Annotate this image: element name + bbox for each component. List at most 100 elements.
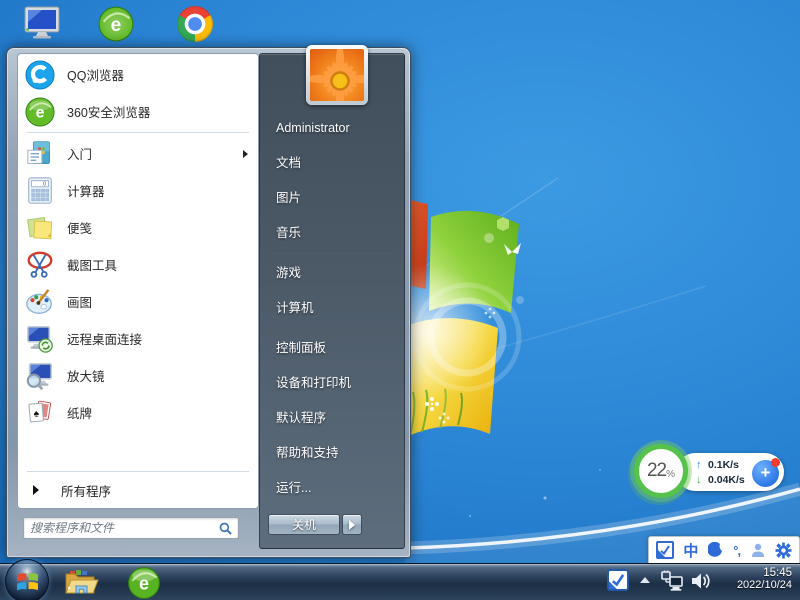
all-programs-label: 所有程序: [61, 481, 111, 500]
shutdown-button[interactable]: 关机: [268, 514, 340, 535]
upload-arrow-icon: ↑: [696, 459, 708, 471]
remote-desktop-icon: [25, 324, 55, 354]
menu-item-label: 360安全浏览器: [67, 102, 150, 121]
menu-item-paint[interactable]: 画图: [18, 283, 258, 320]
menu-item-360-browser[interactable]: e 360安全浏览器: [18, 93, 258, 130]
menu-item-computer[interactable]: 计算机: [260, 291, 404, 326]
user-avatar[interactable]: [306, 45, 368, 105]
qq-browser-icon: [25, 60, 55, 90]
desktop-icon-360-browser[interactable]: e: [98, 6, 134, 42]
menu-item-solitaire[interactable]: ♠ 纸牌: [18, 394, 258, 431]
menu-item-label: 远程桌面连接: [67, 329, 142, 348]
menu-item-label: 纸牌: [67, 403, 92, 422]
ime-settings-gear-icon[interactable]: [775, 539, 792, 561]
spacer: [18, 431, 258, 469]
menu-item-games[interactable]: 游戏: [260, 256, 404, 291]
svg-text:e: e: [111, 15, 122, 36]
ime-logo-icon[interactable]: [656, 541, 674, 559]
search-box: [23, 517, 239, 539]
solitaire-icon: ♠: [25, 398, 55, 428]
clock-time: 15:45: [700, 567, 792, 579]
shutdown-arrow-icon: [349, 520, 355, 530]
ime-toolbar: 中 °,: [648, 536, 800, 563]
menu-item-qq-browser[interactable]: QQ浏览器: [18, 56, 258, 93]
all-programs-arrow-icon: [33, 485, 39, 495]
separator: [270, 328, 394, 329]
menu-item-control-panel[interactable]: 控制面板: [260, 331, 404, 366]
search-input[interactable]: [24, 519, 219, 537]
windows-flag-icon: [16, 571, 39, 592]
start-menu: QQ浏览器 e 360安全浏览器: [6, 47, 411, 558]
shutdown-label: 关机: [292, 516, 316, 533]
right-panel-list: Administrator 文档 图片 音乐 游戏 计算机 控制面板 设备和打印…: [260, 111, 404, 506]
360-browser-icon: e: [127, 566, 161, 600]
menu-item-calculator[interactable]: 0 计算器: [18, 172, 258, 209]
menu-item-label: 入门: [67, 144, 92, 163]
menu-item-label: 画图: [67, 292, 92, 311]
menu-item-label: 便笺: [67, 218, 92, 237]
all-programs-button[interactable]: 所有程序: [18, 474, 258, 506]
menu-item-label: 放大镜: [67, 366, 105, 385]
start-button[interactable]: [5, 559, 49, 600]
getting-started-icon: [25, 139, 55, 169]
user-name[interactable]: Administrator: [260, 111, 404, 146]
tray-network-button[interactable]: [660, 570, 684, 592]
search-icon[interactable]: [219, 522, 232, 535]
snipping-tool-icon: [25, 250, 55, 280]
menu-item-run[interactable]: 运行...: [260, 471, 404, 506]
menu-item-pictures[interactable]: 图片: [260, 181, 404, 216]
menu-item-magnifier[interactable]: 放大镜: [18, 357, 258, 394]
ime-skin-user-icon[interactable]: [750, 539, 766, 561]
menu-item-documents[interactable]: 文档: [260, 146, 404, 181]
svg-text:e: e: [36, 104, 45, 121]
menu-item-getting-started[interactable]: 入门: [18, 135, 258, 172]
desktop-icon-computer[interactable]: [22, 6, 62, 40]
download-speed: 0.04K/s: [708, 474, 745, 486]
windows7-desktop: e QQ浏览器 e 36: [0, 0, 800, 600]
notification-dot: [771, 458, 780, 467]
magnifier-icon: [25, 361, 55, 391]
menu-item-music[interactable]: 音乐: [260, 216, 404, 251]
360-browser-icon: e: [98, 6, 134, 42]
tray-clock[interactable]: 15:45 2022/10/24: [700, 567, 792, 591]
menu-item-default-programs[interactable]: 默认程序: [260, 401, 404, 436]
menu-item-snipping-tool[interactable]: 截图工具: [18, 246, 258, 283]
chrome-icon: [177, 6, 213, 42]
shutdown-options-button[interactable]: [342, 514, 362, 535]
download-arrow-icon: ↓: [696, 474, 708, 486]
memory-usage-ball[interactable]: 22 %: [634, 444, 688, 498]
submenu-arrow-icon: [243, 150, 248, 158]
upload-speed: 0.1K/s: [708, 459, 739, 471]
network-icon: [660, 570, 684, 592]
separator: [27, 132, 249, 133]
calculator-icon: 0: [25, 176, 55, 206]
taskbar-360-browser-button[interactable]: e: [127, 566, 161, 600]
menu-item-devices-printers[interactable]: 设备和打印机: [260, 366, 404, 401]
menu-item-label: 截图工具: [67, 255, 117, 274]
tray-ime-icon[interactable]: [607, 569, 629, 591]
menu-item-sticky-notes[interactable]: 便笺: [18, 209, 258, 246]
sticky-notes-icon: [25, 213, 55, 243]
svg-text:0: 0: [43, 181, 46, 187]
computer-icon: [22, 6, 62, 40]
svg-text:e: e: [139, 573, 149, 593]
menu-item-help-support[interactable]: 帮助和支持: [260, 436, 404, 471]
start-menu-left-panel: QQ浏览器 e 360安全浏览器: [17, 53, 259, 509]
desktop-icon-chrome[interactable]: [177, 6, 213, 42]
ime-punctuation-toggle[interactable]: °,: [733, 539, 740, 561]
taskbar-explorer-button[interactable]: [62, 566, 100, 598]
menu-item-label: 计算器: [67, 181, 105, 200]
separator: [270, 253, 394, 254]
avatar-flower-image: [310, 49, 364, 101]
usage-percent-sign: %: [666, 469, 675, 480]
ime-fullwidth-moon-icon[interactable]: [708, 539, 724, 561]
menu-item-remote-desktop[interactable]: 远程桌面连接: [18, 320, 258, 357]
show-hidden-icons-button[interactable]: [640, 577, 650, 583]
360-safe-browser-icon: e: [25, 97, 55, 127]
usage-percent: 22: [647, 460, 666, 482]
ime-language-toggle[interactable]: 中: [683, 539, 698, 561]
windows-explorer-icon: [62, 566, 100, 598]
start-menu-right-panel: Administrator 文档 图片 音乐 游戏 计算机 控制面板 设备和打印…: [259, 53, 405, 549]
clock-date: 2022/10/24: [700, 579, 792, 591]
menu-item-label: QQ浏览器: [67, 65, 124, 84]
